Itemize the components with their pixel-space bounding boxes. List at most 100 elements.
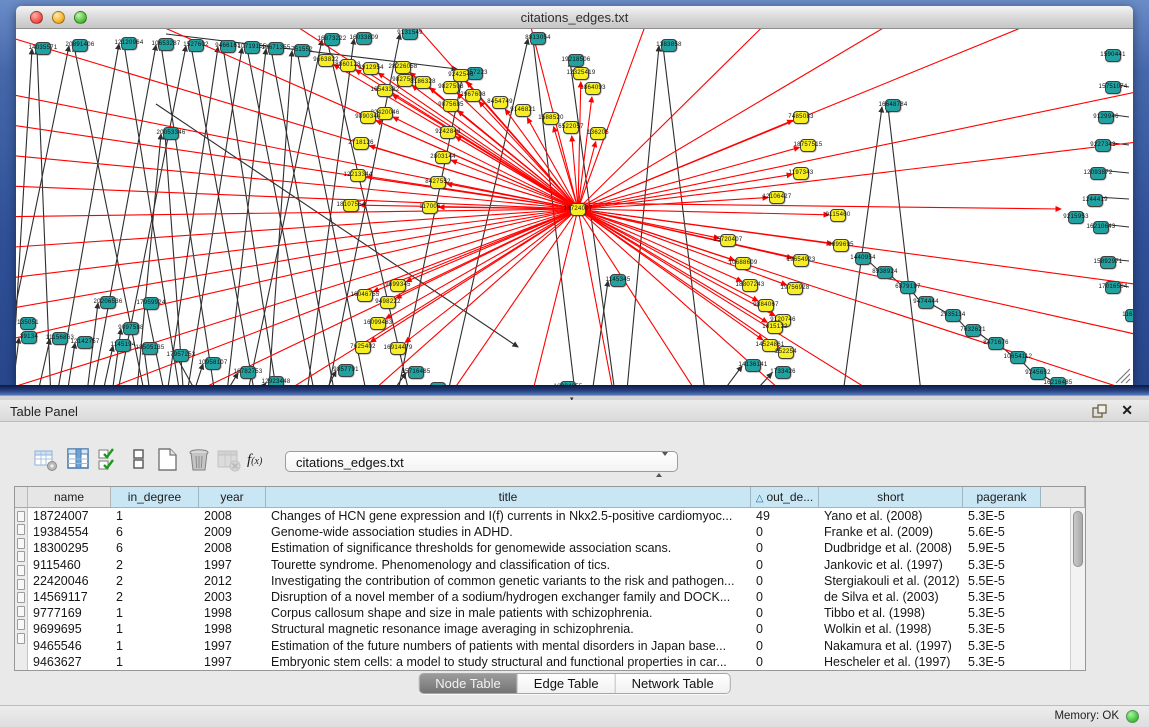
cell-short[interactable]: Hescheler et al. (1997) <box>819 654 963 670</box>
column-header-name[interactable]: name <box>28 487 111 508</box>
network-node[interactable]: 8813054 <box>530 32 546 45</box>
network-canvas[interactable]: 1403557120891406121209641065328715276029… <box>16 29 1133 385</box>
network-node[interactable]: 1815122 <box>767 321 783 334</box>
network-node[interactable]: 20053346 <box>163 127 179 140</box>
column-header-short[interactable]: short <box>819 487 963 508</box>
cell-out_degree[interactable]: 0 <box>751 589 819 605</box>
network-node[interactable]: 1145194 <box>115 339 131 352</box>
table-row[interactable]: 911546021997Tourette syndrome. Phenomeno… <box>28 557 1070 573</box>
network-node[interactable]: 15892971 <box>1100 256 1116 269</box>
cell-title[interactable]: Changes of HCN gene expression and I(f) … <box>266 508 751 524</box>
cell-year[interactable]: 1997 <box>199 557 266 573</box>
network-node[interactable]: 15751074 <box>1105 81 1121 94</box>
cell-year[interactable]: 1997 <box>199 638 266 654</box>
cell-pagerank[interactable]: 5.3E-5 <box>963 621 1041 637</box>
network-node[interactable]: 9215953 <box>1068 211 1084 224</box>
cell-short[interactable]: Jankovic et al. (1997) <box>819 557 963 573</box>
cell-in_degree[interactable]: 6 <box>111 524 199 540</box>
network-node[interactable]: 6522057 <box>563 121 579 134</box>
cell-pagerank[interactable]: 5.3E-5 <box>963 638 1041 654</box>
cell-short[interactable]: Wolkin et al. (1998) <box>819 621 963 637</box>
network-node[interactable]: 18807243 <box>742 279 758 292</box>
network-node[interactable]: 8471676 <box>988 337 1004 350</box>
network-node[interactable]: 19218506 <box>568 54 584 67</box>
network-node[interactable]: 13505135 <box>142 342 158 355</box>
row-gutter-box[interactable] <box>17 551 25 562</box>
network-node[interactable]: 20206536 <box>100 296 116 309</box>
network-node[interactable]: 8454749 <box>492 96 508 109</box>
network-node[interactable]: 8912954 <box>363 62 379 75</box>
network-node[interactable]: 12923448 <box>268 376 284 385</box>
column-header-out_degree[interactable]: △out_de... <box>751 487 819 508</box>
row-gutter-box[interactable] <box>17 606 25 617</box>
cell-name[interactable]: 9699695 <box>28 621 111 637</box>
cell-out_degree[interactable]: 49 <box>751 508 819 524</box>
show-columns-icon[interactable] <box>66 447 92 473</box>
network-node[interactable]: 9827508 <box>443 81 459 94</box>
network-node[interactable]: 14035571 <box>35 42 51 55</box>
cell-out_degree[interactable]: 0 <box>751 638 819 654</box>
network-node[interactable]: 9875685 <box>443 99 459 112</box>
network-node[interactable]: 12106427 <box>769 191 785 204</box>
network-node[interactable]: 7485083 <box>793 111 809 124</box>
cell-name[interactable]: 9115460 <box>28 557 111 573</box>
network-node[interactable]: 12213344 <box>350 169 366 182</box>
network-node[interactable]: 12093872 <box>1090 167 1106 180</box>
network-node[interactable]: 9890344 <box>360 111 376 124</box>
float-panel-icon[interactable] <box>1092 404 1107 418</box>
tab-node-table[interactable]: Node Table <box>419 674 518 693</box>
cell-in_degree[interactable]: 1 <box>111 621 199 637</box>
cell-pagerank[interactable]: 5.5E-5 <box>963 573 1041 589</box>
table-row[interactable]: 1456911722003Disruption of a novel membe… <box>28 589 1070 605</box>
network-node[interactable]: 9129946 <box>1098 111 1114 124</box>
network-node[interactable]: 10958107 <box>205 357 221 370</box>
cell-out_degree[interactable]: 0 <box>751 605 819 621</box>
table-row[interactable]: 1830029562008Estimation of significance … <box>28 540 1070 556</box>
network-node[interactable]: 12142757 <box>77 336 93 349</box>
network-node[interactable]: 1590441 <box>1105 49 1121 62</box>
network-node[interactable]: 16033809 <box>356 32 372 45</box>
cell-name[interactable]: 9465546 <box>28 638 111 654</box>
network-node[interactable]: 9245652 <box>1030 367 1046 380</box>
row-gutter-box[interactable] <box>17 633 25 644</box>
cell-title[interactable]: Investigating the contribution of common… <box>266 573 751 589</box>
cell-name[interactable]: 18724007 <box>28 508 111 524</box>
cell-title[interactable]: Tourette syndrome. Phenomenology and cla… <box>266 557 751 573</box>
cell-name[interactable]: 22420046 <box>28 573 111 589</box>
network-node[interactable]: 116753 <box>1125 309 1133 322</box>
window-titlebar[interactable]: citations_edges.txt <box>16 6 1133 29</box>
network-node[interactable]: 15716485 <box>408 366 424 379</box>
column-header-year[interactable]: year <box>199 487 266 508</box>
network-node[interactable]: 1383858 <box>661 39 677 52</box>
column-header-in_degree[interactable]: in_degree <box>111 487 199 508</box>
row-gutter-box[interactable] <box>17 592 25 603</box>
cell-name[interactable]: 9463627 <box>28 654 111 670</box>
cell-out_degree[interactable]: 0 <box>751 557 819 573</box>
cell-in_degree[interactable]: 6 <box>111 540 199 556</box>
cell-year[interactable]: 2003 <box>199 589 266 605</box>
cell-title[interactable]: Disruption of a novel member of a sodium… <box>266 589 751 605</box>
network-node[interactable]: 9663822 <box>318 54 334 67</box>
cell-short[interactable]: Dudbridge et al. (2008) <box>819 540 963 556</box>
close-panel-icon[interactable]: ✕ <box>1121 402 1133 419</box>
network-node[interactable]: 16543382 <box>377 84 393 97</box>
row-gutter-box[interactable] <box>17 538 25 549</box>
network-node[interactable]: 17957253 <box>173 349 189 362</box>
network-node[interactable]: 16210643 <box>1093 221 1109 234</box>
network-node[interactable]: 10719155 <box>244 41 260 54</box>
cell-title[interactable]: Estimation of the future numbers of pati… <box>266 638 751 654</box>
cell-year[interactable]: 2012 <box>199 573 266 589</box>
network-node[interactable]: 19654923 <box>793 254 809 267</box>
cell-out_degree[interactable]: 0 <box>751 621 819 637</box>
cell-year[interactable]: 1998 <box>199 605 266 621</box>
cell-title[interactable]: Corpus callosum shape and size in male p… <box>266 605 751 621</box>
cell-in_degree[interactable]: 1 <box>111 508 199 524</box>
network-node[interactable]: 9699345 <box>390 279 406 292</box>
network-node[interactable]: 17959924 <box>143 297 159 310</box>
network-node[interactable]: 751552 <box>294 44 310 57</box>
network-node[interactable]: 135051 <box>20 317 36 330</box>
cell-out_degree[interactable]: 0 <box>751 524 819 540</box>
network-node[interactable]: 9131549 <box>402 29 418 40</box>
cell-short[interactable]: Stergiakouli et al. (2012) <box>819 573 963 589</box>
cell-pagerank[interactable]: 5.9E-5 <box>963 540 1041 556</box>
